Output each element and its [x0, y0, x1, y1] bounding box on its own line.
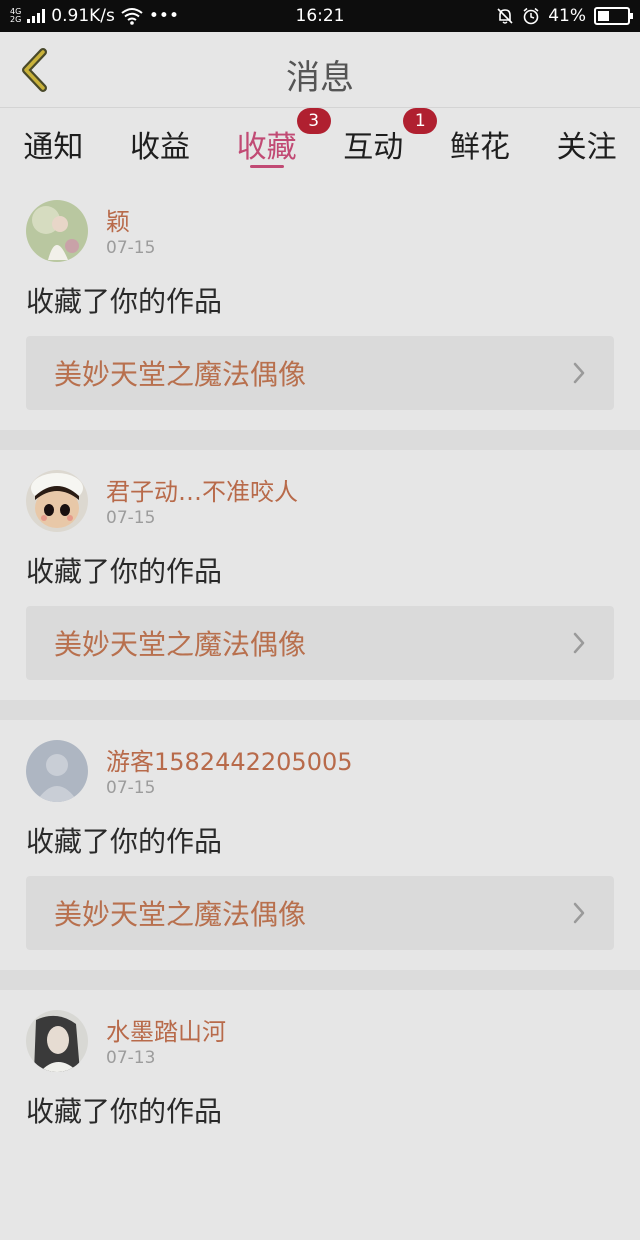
tab-label: 互动 [343, 130, 404, 165]
list-separator [0, 430, 640, 450]
user-name[interactable]: 颖 [106, 202, 130, 237]
work-link[interactable]: 美妙天堂之魔法偶像 [26, 876, 614, 950]
chevron-right-icon [573, 902, 585, 924]
tab-label: 收藏 [236, 130, 297, 165]
mute-bell-icon [497, 8, 513, 24]
network-type-bottom: 2G [10, 15, 22, 24]
message-list: 颖 07-15 收藏了你的作品 美妙天堂之魔法偶像 君子动…不准咬人 07-15 收藏了你的… [0, 180, 640, 1240]
list-item[interactable]: 君子动…不准咬人 07-15 收藏了你的作品美妙天堂之魔法偶像 [0, 450, 640, 700]
tab-label: 收益 [129, 130, 190, 165]
action-text: 收藏了你的作品 [26, 825, 223, 858]
work-title: 美妙天堂之魔法偶像 [54, 898, 307, 931]
page-title: 消息 [286, 58, 354, 98]
list-separator [0, 700, 640, 720]
message-date: 07-15 [106, 238, 156, 258]
tab-follow[interactable]: 关注 [553, 108, 621, 180]
wifi-icon [121, 8, 143, 25]
avatar-girl-icon[interactable] [26, 200, 88, 262]
back-button[interactable] [14, 48, 54, 92]
list-item[interactable]: 水墨踏山河 07-13 收藏了你的作品 [0, 990, 640, 1240]
tab-label: 通知 [23, 130, 84, 165]
list-item[interactable]: 游客1582442205005 07-15 收藏了你的作品美妙天堂之魔法偶像 [0, 720, 640, 970]
avatar-default-icon[interactable] [26, 740, 88, 802]
battery-icon [594, 7, 633, 25]
user-name[interactable]: 游客1582442205005 [106, 742, 353, 777]
work-title: 美妙天堂之魔法偶像 [54, 358, 307, 391]
message-date: 07-15 [106, 508, 156, 528]
action-text: 收藏了你的作品 [26, 1095, 223, 1128]
tab-label: 关注 [556, 130, 617, 165]
tab-favorites[interactable]: 收藏 3 [233, 108, 331, 180]
work-link[interactable]: 美妙天堂之魔法偶像 [26, 606, 614, 680]
work-link[interactable]: 美妙天堂之魔法偶像 [26, 336, 614, 410]
chevron-right-icon [573, 362, 585, 384]
network-type: 4G 2G [10, 8, 21, 24]
message-date: 07-13 [106, 1048, 156, 1068]
status-left: 4G 2G 0.91K/s ••• [10, 6, 496, 26]
work-title: 美妙天堂之魔法偶像 [54, 628, 307, 661]
status-right: 41% [496, 6, 633, 26]
tab-badge: 1 [403, 108, 438, 134]
status-bar: 4G 2G 0.91K/s ••• 16:21 41% [0, 0, 640, 32]
signal-icon [27, 9, 46, 23]
user-name[interactable]: 君子动…不准咬人 [106, 472, 298, 507]
user-name[interactable]: 水墨踏山河 [106, 1012, 226, 1047]
list-item[interactable]: 颖 07-15 收藏了你的作品美妙天堂之魔法偶像 [0, 180, 640, 430]
chevron-left-icon [22, 48, 47, 92]
tab-notice[interactable]: 通知 [19, 108, 87, 180]
tab-earnings[interactable]: 收益 [126, 108, 194, 180]
battery-percent: 41% [548, 6, 586, 26]
list-separator [0, 970, 640, 990]
action-text: 收藏了你的作品 [26, 555, 223, 588]
avatar-woman-icon[interactable] [26, 1010, 88, 1072]
tab-label: 鲜花 [449, 130, 510, 165]
action-text: 收藏了你的作品 [26, 285, 223, 318]
alarm-icon [523, 7, 539, 25]
chevron-right-icon [573, 632, 585, 654]
header: 消息 [0, 32, 640, 108]
network-speed: 0.91K/s [51, 6, 115, 26]
more-notifications-icon: ••• [148, 6, 179, 26]
tab-flowers[interactable]: 鲜花 [446, 108, 514, 180]
tab-badge: 3 [296, 108, 331, 134]
tab-interaction[interactable]: 互动 1 [339, 108, 438, 180]
battery-level [598, 11, 610, 21]
active-tab-indicator [249, 165, 284, 168]
tab-bar: 通知 收益 收藏 3 互动 1 鲜花 关注 [0, 108, 640, 180]
avatar-doll-icon[interactable] [26, 470, 88, 532]
message-date: 07-15 [106, 778, 156, 798]
